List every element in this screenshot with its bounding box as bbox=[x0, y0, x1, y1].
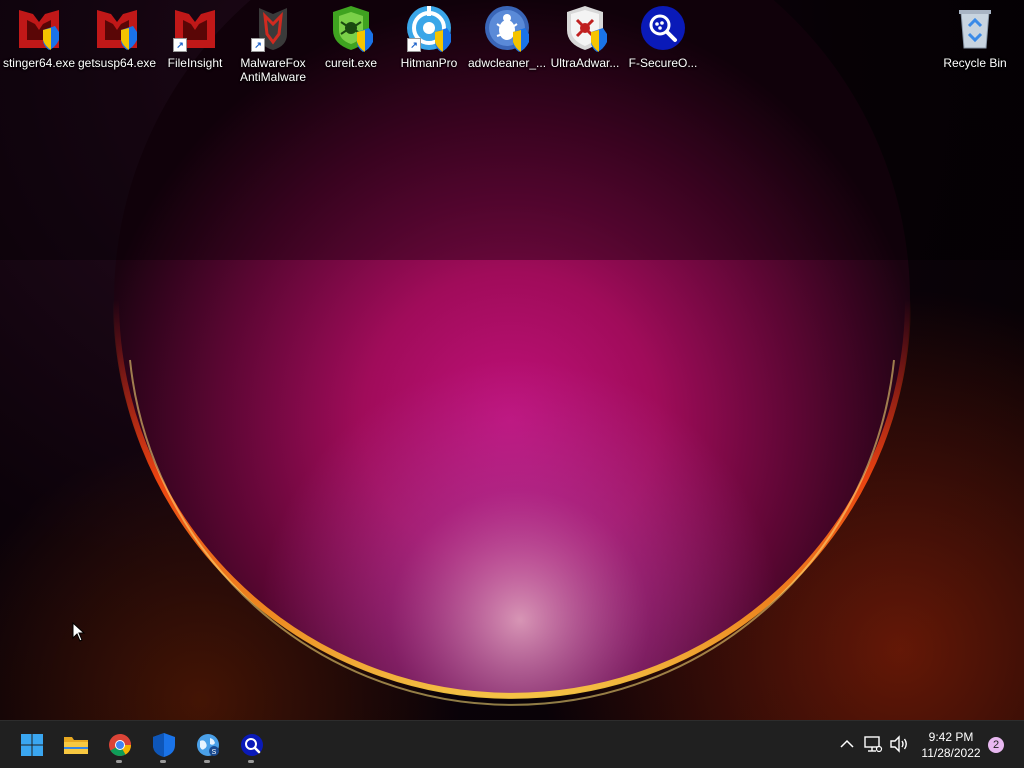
hitmanpro-target-icon: ↗ bbox=[405, 4, 453, 52]
desktop[interactable]: stinger64.exe getsusp64.exe ↗ FileInsigh… bbox=[0, 0, 1024, 720]
desktop-icon-malwarefox[interactable]: ↗ MalwareFox AntiMalware bbox=[234, 4, 312, 94]
running-indicator bbox=[116, 760, 122, 763]
taskbar-file-explorer[interactable] bbox=[56, 725, 96, 765]
network-icon bbox=[864, 736, 883, 753]
folder-icon bbox=[64, 737, 88, 754]
notification-badge[interactable]: 2 bbox=[988, 737, 1004, 753]
desktop-icon-fsecure[interactable]: F-SecureO... bbox=[624, 4, 702, 94]
desktop-icon-label: cureit.exe bbox=[324, 56, 378, 70]
desktop-icon-fileinsight[interactable]: ↗ FileInsight bbox=[156, 4, 234, 94]
desktop-icon-stinger64[interactable]: stinger64.exe bbox=[0, 4, 78, 94]
taskbar: S 9:42 PM 11/28/2022 2 bbox=[0, 720, 1024, 768]
chrome-icon bbox=[109, 734, 131, 756]
shortcut-arrow-icon: ↗ bbox=[407, 38, 421, 52]
desktop-icon-hitmanpro[interactable]: ↗ HitmanPro bbox=[390, 4, 468, 94]
taskbar-chrome[interactable] bbox=[100, 725, 140, 765]
fsecure-magnifier-icon bbox=[639, 4, 687, 52]
chevron-up-icon bbox=[840, 739, 854, 748]
ultraadware-shield-icon bbox=[561, 4, 609, 52]
desktop-icon-label: FileInsight bbox=[167, 56, 223, 70]
desktop-icon-recycle-bin[interactable]: Recycle Bin bbox=[936, 4, 1014, 94]
desktop-icon-label: adwcleaner_... bbox=[468, 56, 547, 70]
shortcut-arrow-icon: ↗ bbox=[173, 38, 187, 52]
taskbar-defender[interactable] bbox=[144, 725, 184, 765]
adwcleaner-bug-icon bbox=[483, 4, 531, 52]
desktop-icon-getsusp64[interactable]: getsusp64.exe bbox=[78, 4, 156, 94]
desktop-icon-cureit[interactable]: cureit.exe bbox=[312, 4, 390, 94]
mcafee-shield-icon bbox=[93, 4, 141, 52]
recycle-bin-icon bbox=[951, 4, 999, 52]
clock-date: 11/28/2022 bbox=[921, 746, 981, 760]
shield-icon bbox=[153, 733, 175, 757]
clock-button[interactable]: 9:42 PM 11/28/2022 bbox=[914, 729, 988, 761]
mcafee-logo-icon: ↗ bbox=[171, 4, 219, 52]
taskbar-web-tool[interactable]: S bbox=[188, 725, 228, 765]
mouse-cursor bbox=[72, 622, 86, 642]
desktop-icon-label: Recycle Bin bbox=[943, 56, 1007, 70]
desktop-icon-label: getsusp64.exe bbox=[78, 56, 157, 70]
clock-time: 9:42 PM bbox=[928, 730, 974, 744]
speaker-icon bbox=[890, 735, 907, 753]
globe-icon: S bbox=[197, 734, 219, 756]
network-button[interactable] bbox=[862, 733, 884, 755]
desktop-icon-label: MalwareFox AntiMalware bbox=[239, 56, 307, 84]
desktop-icon-label: UltraAdwar... bbox=[550, 56, 620, 70]
show-hidden-icons-button[interactable] bbox=[836, 733, 858, 755]
drweb-spider-icon bbox=[327, 4, 375, 52]
svg-text:S: S bbox=[212, 749, 217, 756]
mcafee-shield-icon bbox=[15, 4, 63, 52]
desktop-icon-label: HitmanPro bbox=[400, 56, 458, 70]
volume-button[interactable] bbox=[888, 733, 910, 755]
shortcut-arrow-icon: ↗ bbox=[251, 38, 265, 52]
desktop-icon-label: F-SecureO... bbox=[628, 56, 698, 70]
malwarefox-icon: ↗ bbox=[249, 4, 297, 52]
running-indicator bbox=[248, 760, 254, 763]
taskbar-fsecure[interactable] bbox=[232, 725, 272, 765]
desktop-icon-adwcleaner[interactable]: adwcleaner_... bbox=[468, 4, 546, 94]
running-indicator bbox=[204, 760, 210, 763]
magnifier-icon bbox=[241, 734, 263, 756]
start-button[interactable] bbox=[12, 725, 52, 765]
desktop-icon-label: stinger64.exe bbox=[2, 56, 76, 70]
running-indicator bbox=[160, 760, 166, 763]
windows-start-icon bbox=[21, 734, 43, 756]
wallpaper bbox=[0, 0, 1024, 720]
desktop-icon-ultraadware[interactable]: UltraAdwar... bbox=[546, 4, 624, 94]
